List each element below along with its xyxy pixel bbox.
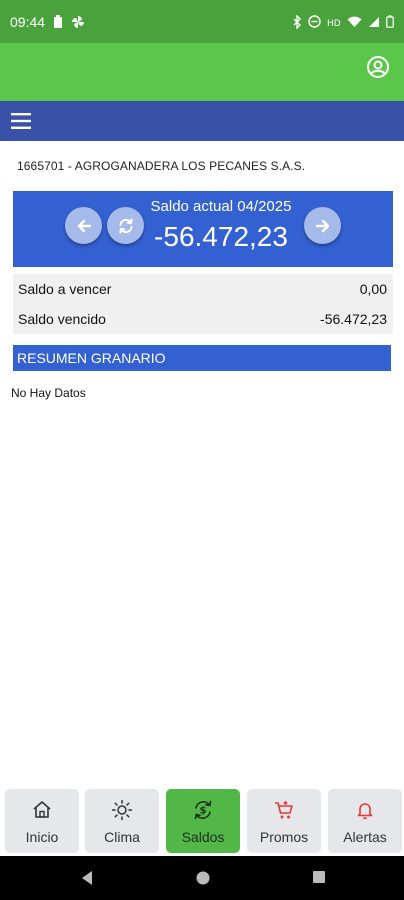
data-saver-icon: HD xyxy=(327,19,341,28)
tab-inicio[interactable]: Inicio xyxy=(5,789,79,853)
tab-label: Promos xyxy=(259,829,309,845)
tab-clima[interactable]: Clima xyxy=(85,789,159,853)
svg-text:HD: HD xyxy=(327,19,341,28)
tab-label: Saldos xyxy=(181,829,225,845)
home-circle-icon[interactable] xyxy=(195,870,211,886)
status-time: 09:44 xyxy=(10,13,46,30)
row-value: -56.472,23 xyxy=(320,311,387,327)
row-label: Saldo vencido xyxy=(18,311,106,327)
dollar-refresh-icon: $ xyxy=(194,800,212,820)
battery-icon xyxy=(386,15,394,28)
home-icon xyxy=(33,801,51,818)
battery-saver-icon xyxy=(54,14,63,28)
wifi-icon xyxy=(347,16,362,27)
back-icon[interactable] xyxy=(80,870,94,886)
client-name: 1665701 - AGROGANADERA LOS PECANES S.A.S… xyxy=(17,159,306,173)
tab-label: Clima xyxy=(104,829,140,845)
row-value: 0,00 xyxy=(359,281,387,297)
bluetooth-icon xyxy=(293,14,301,29)
system-navigation-bar xyxy=(0,856,404,900)
list-item: Saldo vencido -56.472,23 xyxy=(13,304,393,334)
tab-promos[interactable]: Promos xyxy=(247,789,321,853)
balance-card: Saldo actual 04/2025 -56.472,23 xyxy=(13,191,393,267)
next-period-button[interactable] xyxy=(304,207,341,244)
list-item: Saldo a vencer 0,00 xyxy=(13,274,393,304)
tab-saldos[interactable]: $ Saldos xyxy=(166,789,240,853)
bottom-tab-bar: Inicio Clima $ Saldos Promos Alertas xyxy=(0,783,404,856)
section-header-resumen-granario: RESUMEN GRANARIO xyxy=(13,345,391,371)
arrow-right-icon xyxy=(315,219,329,232)
cart-icon xyxy=(275,801,293,819)
tab-label: Alertas xyxy=(343,829,387,845)
svg-text:$: $ xyxy=(200,806,207,817)
tab-label: Inicio xyxy=(25,829,59,845)
hamburger-menu-icon[interactable] xyxy=(10,110,32,132)
tab-alertas[interactable]: Alertas xyxy=(328,789,402,853)
recents-icon[interactable] xyxy=(312,870,326,884)
account-circle-icon[interactable] xyxy=(366,55,390,79)
do-not-disturb-icon xyxy=(308,15,321,28)
bell-icon xyxy=(357,803,373,820)
sun-icon xyxy=(111,799,133,821)
pinwheel-icon xyxy=(72,15,85,28)
signal-icon xyxy=(369,16,379,27)
balance-detail-list: Saldo a vencer 0,00 Saldo vencido -56.47… xyxy=(13,274,393,334)
app-bar xyxy=(0,43,404,101)
navigation-bar xyxy=(0,101,404,141)
empty-state-text: No Hay Datos xyxy=(11,386,86,400)
status-bar: 09:44 HD xyxy=(0,0,404,43)
row-label: Saldo a vencer xyxy=(18,281,112,297)
